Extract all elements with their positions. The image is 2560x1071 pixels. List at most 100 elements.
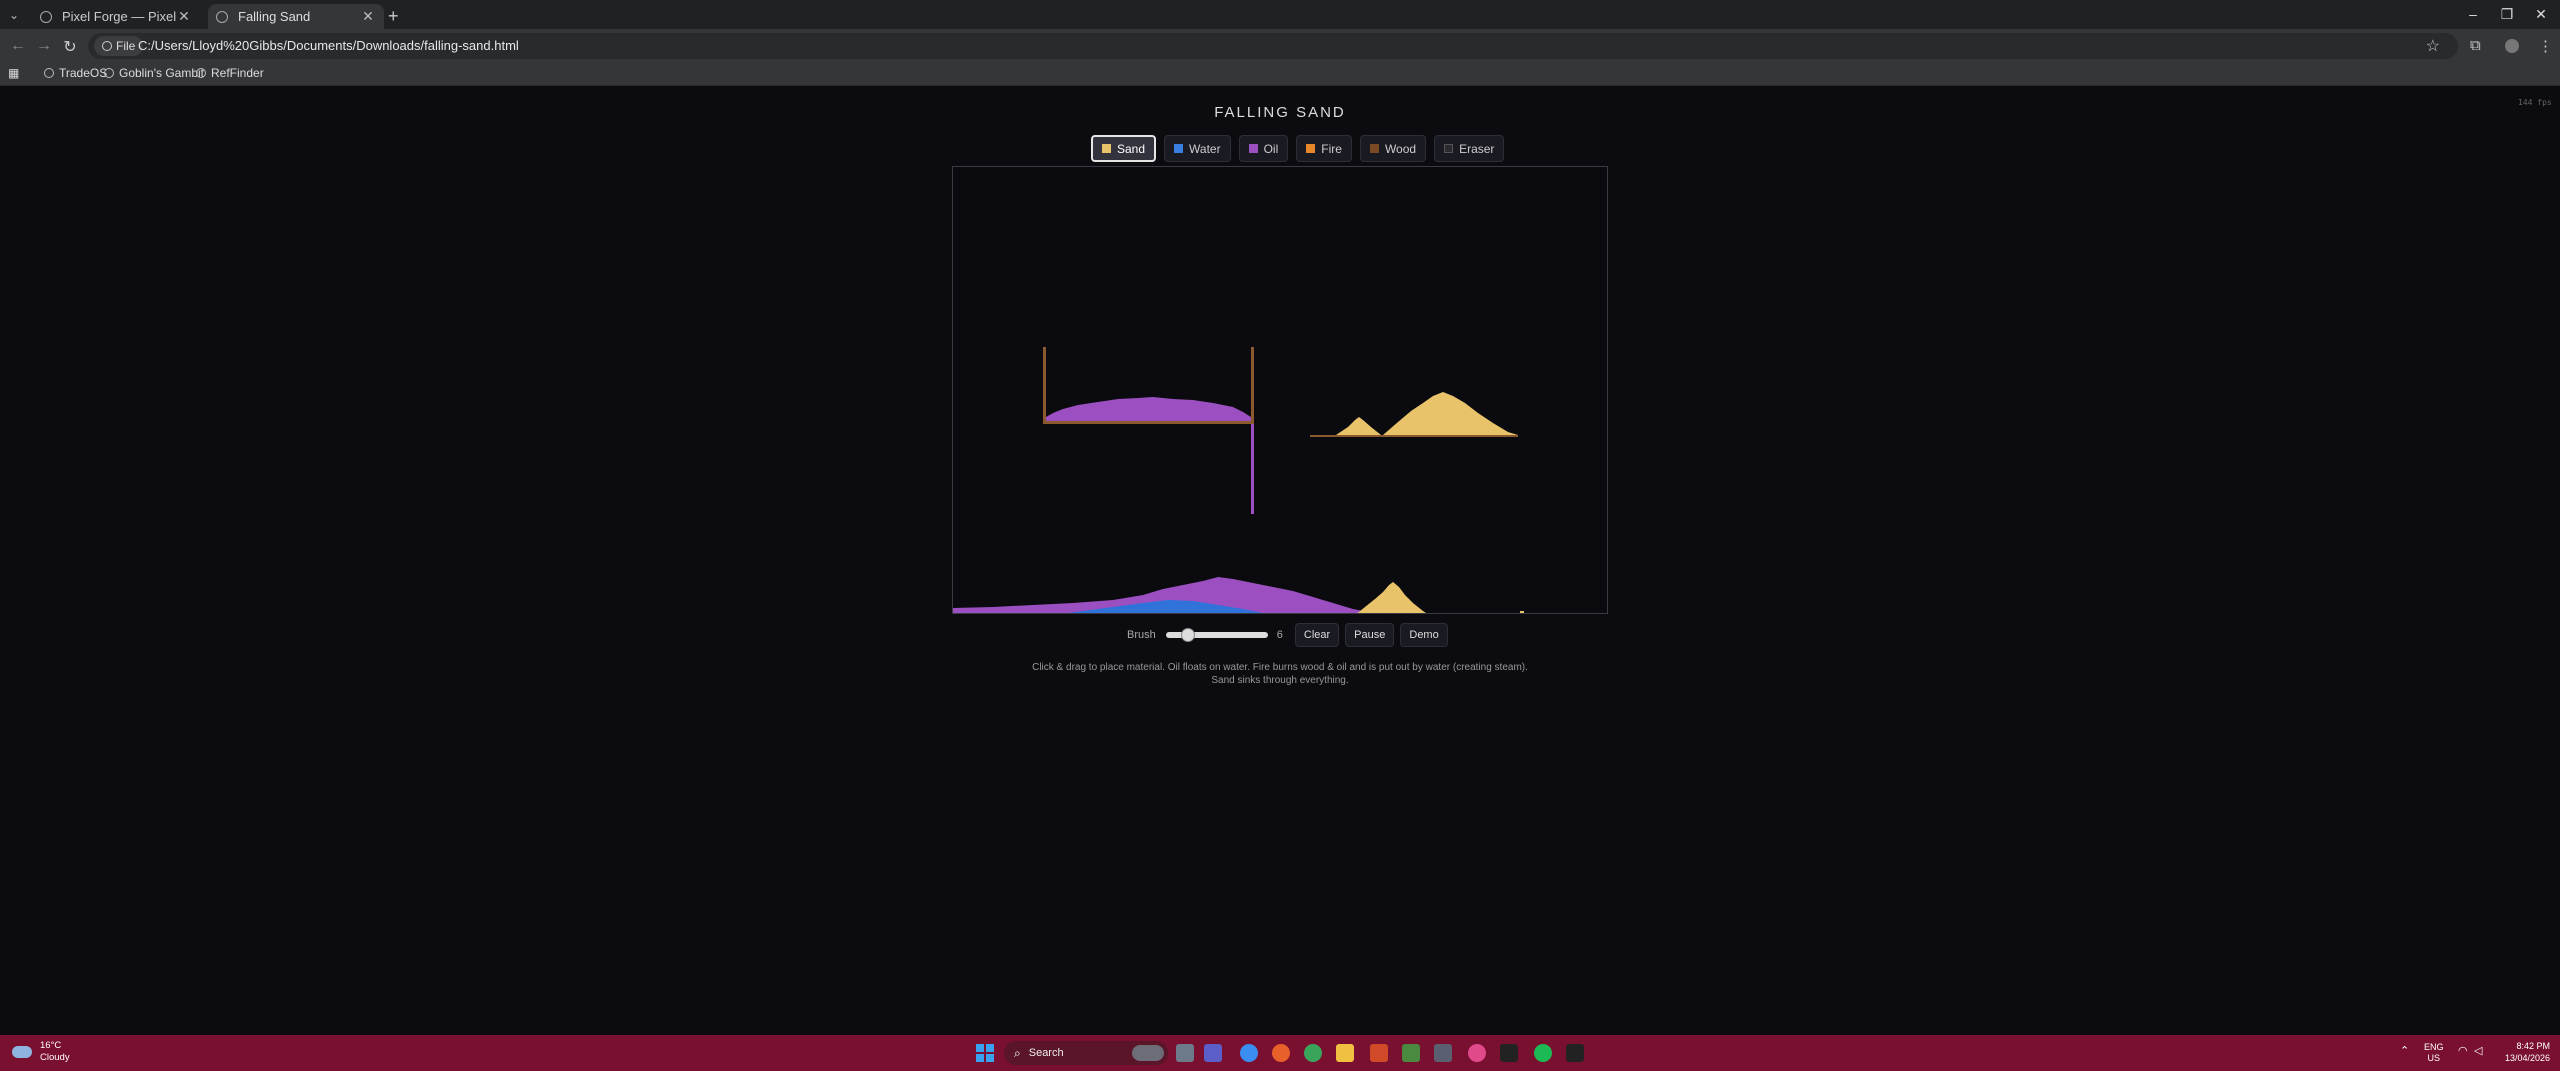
material-label: Fire (1321, 141, 1342, 156)
eraser-swatch-icon (1444, 144, 1454, 153)
close-tab-icon[interactable]: ✕ (360, 8, 376, 25)
material-label: Oil (1263, 141, 1279, 156)
windows-start-icon[interactable] (976, 1044, 994, 1062)
clock[interactable]: 8:42 PM 13/04/2026 (2500, 1040, 2550, 1064)
sand-pile-large (1383, 392, 1518, 435)
material-sand-button[interactable]: Sand (1091, 135, 1157, 162)
sand-pile-small (1336, 417, 1381, 435)
spotify-icon[interactable] (1534, 1044, 1552, 1062)
simulation-canvas[interactable] (952, 166, 1608, 614)
bookmark-icon (196, 68, 206, 78)
back-icon[interactable]: ← (8, 37, 28, 55)
sand-swatch-icon (1102, 144, 1111, 153)
search-label: Search (1028, 1047, 1064, 1059)
taskbar: 16°C Cloudy ⌕ Search ⌃ ENG US ◠ ◁ 8:42 P… (0, 1035, 2560, 1071)
file-chip-label: File (116, 39, 136, 53)
minimize-icon[interactable]: – (2458, 6, 2488, 22)
apps-grid-icon[interactable]: ▦ (8, 66, 19, 80)
tab-pixel-forge[interactable]: Pixel Forge — Pixel Art Editor ✕ (32, 4, 200, 29)
help-line-2: Sand sinks through everything. (1211, 675, 1349, 686)
material-label: Water (1189, 141, 1221, 156)
oil-stream (1251, 424, 1254, 514)
slider-knob[interactable] (1180, 628, 1195, 642)
chrome-icon[interactable] (1304, 1044, 1322, 1062)
bookmark-star-icon[interactable]: ☆ (2426, 36, 2440, 56)
bookmark-tradeos[interactable]: TradeOS (44, 66, 107, 80)
window-close-icon[interactable]: ✕ (2526, 6, 2556, 23)
clear-button[interactable]: Clear (1294, 623, 1340, 647)
info-icon (102, 41, 112, 51)
extensions-icon[interactable]: ⧉ (2470, 37, 2481, 54)
new-tab-icon[interactable]: + (388, 6, 399, 27)
tab-title: Pixel Forge — Pixel Art Editor (62, 9, 176, 24)
terminal-icon[interactable] (1500, 1044, 1518, 1062)
firefox-icon[interactable] (1272, 1044, 1290, 1062)
oil-pool-container (1046, 397, 1251, 421)
demo-button[interactable]: Demo (1400, 623, 1448, 647)
weather-widget[interactable]: 16°C Cloudy (12, 1040, 70, 1064)
wood-wall-left (1043, 347, 1046, 424)
lang-code: ENG (2424, 1042, 2444, 1052)
page-title: FALLING SAND (1214, 104, 1346, 121)
profile-avatar-icon[interactable] (2505, 39, 2519, 53)
volume-icon[interactable]: ◁ (2474, 1044, 2482, 1057)
teams-icon[interactable] (1204, 1044, 1222, 1062)
bookmark-icon (44, 68, 54, 78)
water-swatch-icon (1174, 144, 1184, 153)
brush-size-slider[interactable] (1165, 628, 1268, 642)
tab-search-icon[interactable]: ⌄ (6, 7, 22, 23)
app-icon[interactable] (1370, 1044, 1388, 1062)
settings-gear-icon[interactable] (1434, 1044, 1452, 1062)
brush-label: Brush (1127, 629, 1156, 641)
copilot-icon[interactable] (1240, 1044, 1258, 1062)
globe-icon (216, 10, 228, 23)
file-explorer-icon[interactable] (1336, 1044, 1354, 1062)
photos-icon[interactable] (1468, 1044, 1486, 1062)
fire-swatch-icon (1306, 144, 1316, 153)
region-code: US (2427, 1053, 2441, 1063)
search-highlight-icon (1132, 1045, 1164, 1061)
material-oil-button[interactable]: Oil (1238, 135, 1289, 162)
reload-icon[interactable]: ↻ (60, 37, 80, 57)
simulation-scene (953, 347, 1524, 613)
task-view-icon[interactable] (1176, 1044, 1194, 1062)
wood-swatch-icon (1369, 144, 1379, 153)
tab-strip: ⌄ Pixel Forge — Pixel Art Editor ✕ Falli… (0, 0, 2560, 29)
address-bar[interactable]: File C:/Users/Lloyd%20Gibbs/Documents/Do… (88, 33, 2458, 59)
help-text: Click & drag to place material. Oil floa… (0, 661, 2560, 687)
wifi-icon[interactable]: ◠ (2458, 1044, 2468, 1057)
tray-chevron-icon[interactable]: ⌃ (2400, 1044, 2409, 1057)
bookmark-reffinder[interactable]: RefFinder (196, 66, 264, 80)
sand-pile-bottom (1357, 582, 1426, 613)
forward-icon[interactable]: → (34, 37, 54, 55)
material-water-button[interactable]: Water (1164, 135, 1231, 162)
tab-falling-sand[interactable]: Falling Sand ✕ (208, 4, 384, 29)
bookmark-goblins-gambit[interactable]: Goblin's Gambit (104, 66, 204, 80)
taskbar-search[interactable]: ⌕ Search (1004, 1041, 1168, 1065)
wood-wall-right (1251, 347, 1254, 424)
url-text[interactable]: C:/Users/Lloyd%20Gibbs/Documents/Downloa… (138, 38, 519, 53)
tab-title: Falling Sand (238, 9, 311, 24)
close-tab-icon[interactable]: ✕ (176, 8, 192, 25)
oil-swatch-icon (1248, 144, 1258, 153)
globe-icon (40, 10, 52, 23)
restore-icon[interactable]: ❐ (2492, 6, 2522, 23)
bookmark-label: RefFinder (211, 66, 264, 80)
bookmark-label: Goblin's Gambit (119, 66, 204, 80)
material-label: Sand (1117, 141, 1146, 156)
weather-condition: Cloudy (40, 1052, 70, 1063)
help-line-1: Click & drag to place material. Oil floa… (1032, 662, 1528, 673)
pause-button[interactable]: Pause (1345, 623, 1395, 647)
material-wood-button[interactable]: Wood (1359, 135, 1427, 162)
material-fire-button[interactable]: Fire (1296, 135, 1352, 162)
wood-ledge (1310, 435, 1518, 437)
material-eraser-button[interactable]: Eraser (1434, 135, 1505, 162)
material-selector: Sand Water Oil Fire Wood Eraser (1091, 135, 1505, 162)
site-info-chip[interactable]: File (94, 36, 144, 56)
drive-icon[interactable] (1402, 1044, 1420, 1062)
sand-grain (1520, 611, 1524, 613)
menu-kebab-icon[interactable]: ⋮ (2538, 37, 2553, 55)
terminal-icon[interactable] (1566, 1044, 1584, 1062)
weather-temp: 16°C (40, 1040, 62, 1051)
language-indicator[interactable]: ENG US (2424, 1042, 2444, 1064)
